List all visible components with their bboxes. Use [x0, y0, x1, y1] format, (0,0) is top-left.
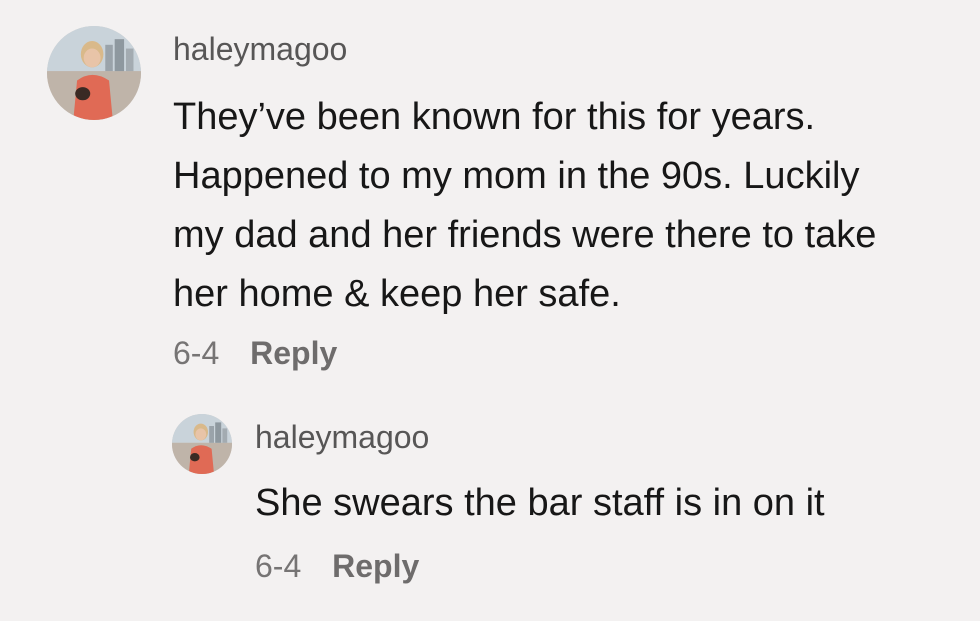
avatar[interactable] — [47, 26, 141, 120]
comment-date: 6-4 — [255, 548, 302, 584]
profile-photo-icon — [172, 414, 232, 474]
comment-text: She swears the bar staff is in on it — [255, 482, 825, 524]
comments-thread: haleymagoo They’ve been known for this f… — [0, 0, 980, 621]
comment-date: 6-4 — [173, 335, 220, 371]
comment-text: They’ve been known for this for years. H… — [173, 96, 877, 315]
comment-meta: 6-4 Reply — [255, 548, 419, 585]
reply-button[interactable]: Reply — [332, 548, 419, 584]
username[interactable]: haleymagoo — [255, 419, 429, 456]
username[interactable]: haleymagoo — [173, 31, 347, 68]
comment-meta: 6-4 Reply — [173, 335, 337, 372]
avatar[interactable] — [172, 414, 232, 474]
profile-photo-icon — [47, 26, 141, 120]
reply-button[interactable]: Reply — [250, 335, 337, 371]
